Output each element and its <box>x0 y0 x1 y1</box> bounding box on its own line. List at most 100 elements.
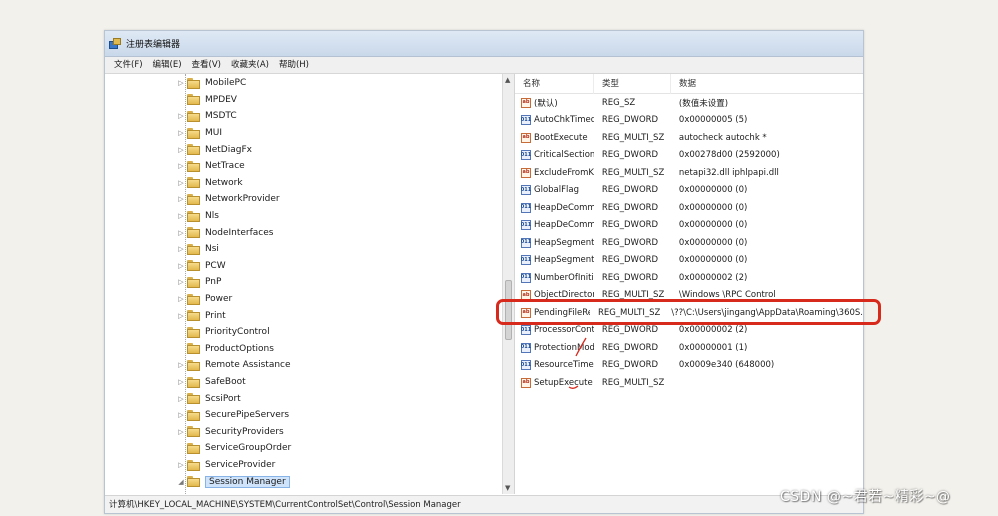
value-row[interactable]: ab (默认) REG_SZ (数值未设置) <box>515 94 863 112</box>
tree-item[interactable]: MPDEV <box>177 92 237 109</box>
folder-icon <box>187 77 200 89</box>
tree-item[interactable]: ▷ SecurePipeServers <box>177 407 289 424</box>
tree-item[interactable]: ▷ Nsi <box>177 241 219 258</box>
expand-arrow-icon[interactable]: ▷ <box>177 428 185 436</box>
value-row[interactable]: ab SetupExecute REG_MULTI_SZ <box>515 374 863 392</box>
value-row[interactable]: 011NumberOfIniti... REG_DWORD 0x00000002 (… <box>515 269 863 287</box>
value-name: AutoChkTimeout <box>534 115 594 126</box>
tree-item[interactable]: ▷ PnP <box>177 274 221 291</box>
value-data: \??\C:\Users\jingang\AppData\Roaming\360… <box>671 307 863 318</box>
expand-arrow-icon[interactable]: ▷ <box>177 112 185 120</box>
expand-arrow-icon[interactable]: ▷ <box>177 179 185 187</box>
panes: ▲ ▼ ▷ MobilePC MPDEV ▷ MSDTC ▷ MUI ▷ NetDiagFx ▷ N… <box>105 74 863 494</box>
title-bar[interactable]: 注册表编辑器 <box>105 31 863 57</box>
tree-item[interactable]: ▷ ServiceProvider <box>177 457 275 474</box>
folder-icon <box>187 476 200 488</box>
tree-item[interactable]: ▷ Nls <box>177 208 219 225</box>
value-row[interactable]: abObjectDirector... REG_MULTI_SZ \Windows … <box>515 287 863 305</box>
tree-item[interactable]: ▷ MUI <box>177 125 222 142</box>
column-header-type[interactable]: 类型 <box>594 74 671 94</box>
tree-item[interactable]: ServiceGroupOrder <box>177 440 291 457</box>
value-type: REG_DWORD <box>601 220 659 231</box>
value-row[interactable]: 011HeapSegment... REG_DWORD 0x00000000 (0) <box>515 252 863 270</box>
value-row[interactable]: ab BootExecute REG_MULTI_SZ autocheck autoc… <box>515 129 863 147</box>
value-row[interactable]: 011ResourceTime... REG_DWORD 0x0009e340 (6… <box>515 357 863 375</box>
value-row[interactable]: 011AutoChkTimeout REG_DWORD 0x00000005 (5) <box>515 112 863 130</box>
folder-icon <box>187 376 200 388</box>
value-row[interactable]: abPendingFileRe... REG_MULTI_SZ \??\C:\Use… <box>515 304 863 322</box>
expand-arrow-icon[interactable]: ▷ <box>177 411 185 419</box>
tree-item[interactable]: ▷ SecurityProviders <box>177 424 284 441</box>
value-row[interactable]: 011 GlobalFlag REG_DWORD 0x00000000 (0) <box>515 182 863 200</box>
expand-arrow-icon[interactable]: ▷ <box>177 312 185 320</box>
values-list[interactable]: 名称 类型 数据 ab (默认) REG_SZ (数值未设置) 011 AutoChkTi… <box>515 74 863 494</box>
value-name-cell: 011ResourceTime... <box>515 360 594 371</box>
tree-item[interactable]: ▷ NetTrace <box>177 158 245 175</box>
tree-item[interactable]: ▷ ScsiPort <box>177 390 241 407</box>
expand-arrow-icon[interactable]: ▷ <box>177 461 185 469</box>
menu-file[interactable]: 文件(F) <box>109 57 148 74</box>
expand-arrow-icon[interactable]: ▷ <box>177 212 185 220</box>
menu-view[interactable]: 查看(V) <box>187 57 226 74</box>
tree-item[interactable]: ▷ NodeInterfaces <box>177 224 273 241</box>
expand-arrow-icon[interactable]: ▷ <box>177 146 185 154</box>
tree-item[interactable]: ▷ MobilePC <box>177 75 246 92</box>
value-name-cell: 011HeapDeComm... <box>515 202 594 213</box>
scroll-down-icon[interactable]: ▼ <box>505 484 510 492</box>
value-row[interactable]: 011ProcessorCont... REG_DWORD 0x00000002 (… <box>515 322 863 340</box>
expand-arrow-icon[interactable]: ▷ <box>177 129 185 137</box>
tree-item[interactable]: ▷ SafeBoot <box>177 374 246 391</box>
binary-value-icon: 011 <box>521 237 531 248</box>
tree-item-label: Nls <box>205 211 219 222</box>
value-row[interactable]: 011HeapSegment... REG_DWORD 0x00000000 (0) <box>515 234 863 252</box>
folder-icon <box>187 409 200 421</box>
value-row[interactable]: 011CriticalSection... REG_DWORD 0x00278d00… <box>515 147 863 165</box>
value-row[interactable]: 011HeapDeComm... REG_DWORD 0x00000000 (0) <box>515 217 863 235</box>
expand-arrow-icon[interactable]: ▷ <box>177 229 185 237</box>
expand-arrow-icon[interactable]: ▷ <box>177 262 185 270</box>
menu-edit[interactable]: 编辑(E) <box>148 57 187 74</box>
tree-item[interactable]: ▷ Print <box>177 307 226 324</box>
tree-item[interactable]: ▷ MSDTC <box>177 108 237 125</box>
menu-favorites[interactable]: 收藏夹(A) <box>226 57 274 74</box>
value-row[interactable]: abExcludeFromK... REG_MULTI_SZ netapi32.dl… <box>515 164 863 182</box>
tree-item-label: Print <box>205 310 226 321</box>
key-tree[interactable]: ▲ ▼ ▷ MobilePC MPDEV ▷ MSDTC ▷ MUI ▷ NetDiagFx ▷ N… <box>105 74 515 494</box>
scroll-up-icon[interactable]: ▲ <box>505 76 510 84</box>
value-type: REG_DWORD <box>601 150 659 161</box>
expand-arrow-icon[interactable]: ▷ <box>177 378 185 386</box>
tree-item[interactable]: ◢ Session Manager <box>177 473 290 490</box>
expand-arrow-icon[interactable]: ▷ <box>177 79 185 87</box>
value-name-cell: 011HeapSegment... <box>515 255 594 266</box>
tree-item[interactable]: ▷ Power <box>177 291 232 308</box>
tree-item[interactable]: PriorityControl <box>177 324 270 341</box>
expand-arrow-icon[interactable]: ▷ <box>177 195 185 203</box>
value-name-cell: 011HeapDeComm... <box>515 220 594 231</box>
expand-arrow-icon[interactable]: ▷ <box>177 295 185 303</box>
tree-item[interactable]: ▷ NetworkProvider <box>177 191 280 208</box>
value-type: REG_MULTI_SZ <box>601 377 665 388</box>
tree-item[interactable]: ▷ NetDiagFx <box>177 141 252 158</box>
column-header-name[interactable]: 名称 <box>515 74 594 94</box>
expand-arrow-icon[interactable]: ▷ <box>177 162 185 170</box>
tree-item[interactable]: ▷ Remote Assistance <box>177 357 291 374</box>
tree-item[interactable]: ProductOptions <box>177 341 274 358</box>
tree-item[interactable]: ▷ Network <box>177 175 243 192</box>
expand-arrow-icon[interactable]: ▷ <box>177 278 185 286</box>
menu-help[interactable]: 帮助(H) <box>274 57 314 74</box>
expanded-arrow-icon[interactable]: ◢ <box>177 478 185 486</box>
value-data: netapi32.dll iphlpapi.dll <box>678 167 779 178</box>
tree-item-label: NodeInterfaces <box>205 227 274 238</box>
status-bar: 计算机\HKEY_LOCAL_MACHINE\SYSTEM\CurrentCon… <box>105 495 863 513</box>
column-header-data[interactable]: 数据 <box>671 74 863 94</box>
expand-arrow-icon[interactable]: ▷ <box>177 395 185 403</box>
value-row[interactable]: 011HeapDeComm... REG_DWORD 0x00000000 (0) <box>515 199 863 217</box>
scroll-thumb[interactable] <box>505 280 512 340</box>
value-row[interactable]: 011 ProtectionMode REG_DWORD 0x00000001 (1) <box>515 339 863 357</box>
list-header: 名称 类型 数据 <box>515 74 863 94</box>
expand-arrow-icon[interactable]: ▷ <box>177 245 185 253</box>
tree-scrollbar[interactable]: ▲ ▼ <box>502 74 514 494</box>
expand-arrow-icon[interactable]: ▷ <box>177 361 185 369</box>
tree-item[interactable]: ▷ PCW <box>177 258 226 275</box>
value-data: 0x00000000 (0) <box>678 237 748 248</box>
